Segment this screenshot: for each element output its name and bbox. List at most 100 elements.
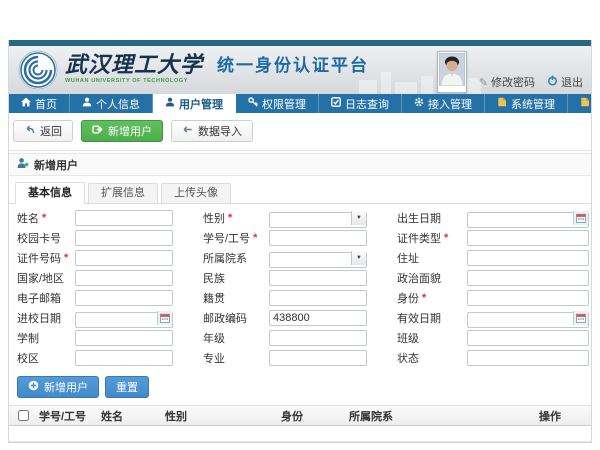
political-status-input[interactable] xyxy=(467,270,589,286)
tab-1[interactable]: 扩展信息 xyxy=(88,183,158,203)
birth-date-input[interactable] xyxy=(467,212,589,228)
campus-input[interactable] xyxy=(75,350,173,366)
field-label-grade: 年级 xyxy=(173,329,269,347)
country-region-input[interactable] xyxy=(75,270,173,286)
submit-label: 新增用户 xyxy=(44,379,88,395)
id-type-input[interactable] xyxy=(467,230,589,246)
status-input[interactable] xyxy=(467,350,589,366)
circle-plus-icon xyxy=(28,380,39,394)
person-icon xyxy=(82,97,92,110)
reset-button[interactable]: 重置 xyxy=(105,376,149,398)
calendar-icon xyxy=(160,311,170,326)
native-place-input[interactable] xyxy=(269,290,367,306)
nav-tab-label: 订阅管理 xyxy=(594,96,600,112)
back-arrow-icon xyxy=(24,124,35,138)
nav-tab-label: 首页 xyxy=(35,96,57,112)
back-button[interactable]: 返回 xyxy=(13,120,73,142)
power-icon xyxy=(547,75,558,89)
required-asterisk: * xyxy=(422,292,426,304)
id-number-input[interactable] xyxy=(75,250,173,266)
field-label-ethnicity: 民族 xyxy=(173,269,269,287)
book-icon xyxy=(580,97,590,110)
person-icon xyxy=(165,97,175,110)
ethnicity-input[interactable] xyxy=(269,270,367,286)
page: 武汉理工大学 WUHAN UNIVERSITY OF TECHNOLOGY 统一… xyxy=(0,0,600,450)
app-window: 武汉理工大学 WUHAN UNIVERSITY OF TECHNOLOGY 统一… xyxy=(8,40,592,443)
field-label-postal-code: 邮政编码 xyxy=(173,309,269,327)
data-import-button[interactable]: 数据导入 xyxy=(171,120,253,142)
field-label-name: 姓名* xyxy=(17,209,75,227)
nav-tab-label: 个人信息 xyxy=(96,96,140,112)
tab-0[interactable]: 基本信息 xyxy=(15,182,85,204)
field-label-country-region: 国家/地区 xyxy=(17,269,75,287)
log-check-icon xyxy=(331,97,341,110)
entry-date-calendar-button[interactable] xyxy=(157,311,172,325)
required-asterisk: * xyxy=(444,232,448,244)
nav-tab-4[interactable]: 日志查询 xyxy=(319,94,402,113)
field-label-birth-date: 出生日期 xyxy=(367,209,467,227)
university-name: 武汉理工大学 xyxy=(65,53,203,77)
form-tabs: 基本信息扩展信息上传头像 xyxy=(9,176,591,204)
email-input[interactable] xyxy=(75,290,173,306)
postal-code-input[interactable] xyxy=(269,310,367,326)
add-user-label: 新增用户 xyxy=(108,123,152,139)
campus-card-no-input[interactable] xyxy=(75,230,173,246)
university-logo-icon xyxy=(18,50,58,94)
grade-input[interactable] xyxy=(269,330,367,346)
empty-table-row xyxy=(9,426,591,442)
tab-2[interactable]: 上传头像 xyxy=(161,183,231,203)
nav-tab-5[interactable]: 接入管理 xyxy=(402,94,485,113)
nav-tab-3[interactable]: 权限管理 xyxy=(236,94,319,113)
nav-tab-2[interactable]: 用户管理 xyxy=(153,94,236,113)
birth-date-calendar-button[interactable] xyxy=(573,211,588,225)
identity-input[interactable] xyxy=(467,290,589,306)
field-label-entry-date: 进校日期 xyxy=(17,309,75,327)
required-asterisk: * xyxy=(42,212,46,224)
name-input[interactable] xyxy=(75,210,173,226)
address-input[interactable] xyxy=(467,250,589,266)
class-input[interactable] xyxy=(467,330,589,346)
add-user-toolbar-button[interactable]: 新增用户 xyxy=(81,120,163,142)
table-header-row: 学号/工号姓名性别身份所属院系操作 xyxy=(9,406,591,426)
select-all-checkbox[interactable] xyxy=(18,410,29,421)
field-label-email: 电子邮箱 xyxy=(17,289,75,307)
submit-add-user-button[interactable]: 新增用户 xyxy=(17,376,99,398)
nav-tab-label: 日志查询 xyxy=(345,96,389,112)
logout-label: 退出 xyxy=(561,74,583,90)
valid-date-input[interactable] xyxy=(467,312,589,328)
required-asterisk: * xyxy=(253,232,257,244)
field-label-class: 班级 xyxy=(367,329,467,347)
field-label-identity: 身份* xyxy=(367,289,467,307)
section-title: 新增用户 xyxy=(34,157,78,173)
nav-tab-1[interactable]: 个人信息 xyxy=(70,94,153,113)
nav-tab-label: 用户管理 xyxy=(179,96,223,112)
field-label-valid-date: 有效日期 xyxy=(367,309,467,327)
field-label-native-place: 籍贯 xyxy=(173,289,269,307)
add-person-icon xyxy=(17,157,29,172)
nav-tab-6[interactable]: 系统管理 xyxy=(485,94,568,113)
major-input[interactable] xyxy=(269,350,367,366)
arrow-left-icon xyxy=(182,124,193,138)
field-label-address: 住址 xyxy=(367,249,467,267)
field-label-major: 专业 xyxy=(173,349,269,367)
field-label-campus: 校区 xyxy=(17,349,75,367)
schooling-length-input[interactable] xyxy=(75,330,173,346)
required-asterisk: * xyxy=(228,212,232,224)
field-label-status: 状态 xyxy=(367,349,467,367)
field-label-student-id: 学号/工号* xyxy=(173,229,269,247)
nav-tab-7[interactable]: 订阅管理 xyxy=(568,94,600,113)
platform-title: 统一身份认证平台 xyxy=(217,51,369,76)
field-label-department: 所属院系 xyxy=(173,249,269,267)
column-header-5: 操作 xyxy=(535,406,591,426)
chevron-down-icon[interactable]: ▼ xyxy=(351,251,366,265)
valid-date-calendar-button[interactable] xyxy=(573,311,588,325)
field-label-campus-card-no: 校园卡号 xyxy=(17,229,75,247)
section-header: 新增用户 xyxy=(9,153,591,176)
change-password-link[interactable]: ✎ 修改密码 xyxy=(479,74,535,90)
field-label-political-status: 政治面貌 xyxy=(367,269,467,287)
logout-link[interactable]: 退出 xyxy=(547,74,583,90)
chevron-down-icon[interactable]: ▼ xyxy=(351,211,366,225)
student-id-input[interactable] xyxy=(269,230,367,246)
field-label-schooling-length: 学制 xyxy=(17,329,75,347)
nav-tab-0[interactable]: 首页 xyxy=(9,94,70,113)
